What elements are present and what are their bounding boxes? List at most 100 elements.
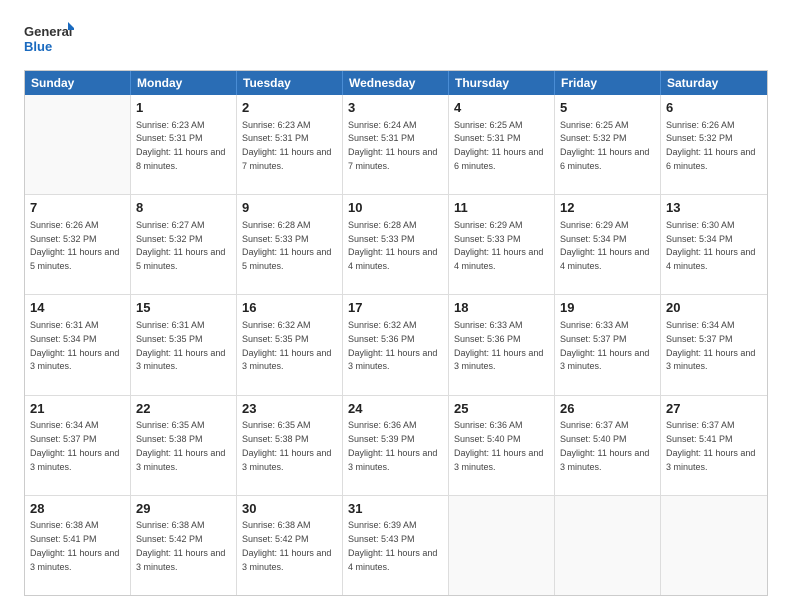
calendar-cell: 29 Sunrise: 6:38 AMSunset: 5:42 PMDaylig… <box>131 496 237 595</box>
cell-info: Sunrise: 6:33 AMSunset: 5:36 PMDaylight:… <box>454 320 543 371</box>
cell-info: Sunrise: 6:33 AMSunset: 5:37 PMDaylight:… <box>560 320 649 371</box>
cell-info: Sunrise: 6:32 AMSunset: 5:36 PMDaylight:… <box>348 320 437 371</box>
calendar-cell: 19 Sunrise: 6:33 AMSunset: 5:37 PMDaylig… <box>555 295 661 394</box>
cell-info: Sunrise: 6:27 AMSunset: 5:32 PMDaylight:… <box>136 220 225 271</box>
calendar-cell: 21 Sunrise: 6:34 AMSunset: 5:37 PMDaylig… <box>25 396 131 495</box>
day-number: 25 <box>454 400 549 418</box>
cell-info: Sunrise: 6:25 AMSunset: 5:32 PMDaylight:… <box>560 120 649 171</box>
calendar-row: 28 Sunrise: 6:38 AMSunset: 5:41 PMDaylig… <box>25 496 767 595</box>
day-number: 26 <box>560 400 655 418</box>
day-number: 24 <box>348 400 443 418</box>
cell-info: Sunrise: 6:23 AMSunset: 5:31 PMDaylight:… <box>242 120 331 171</box>
cell-info: Sunrise: 6:31 AMSunset: 5:34 PMDaylight:… <box>30 320 119 371</box>
day-number: 30 <box>242 500 337 518</box>
cell-info: Sunrise: 6:23 AMSunset: 5:31 PMDaylight:… <box>136 120 225 171</box>
calendar-cell: 10 Sunrise: 6:28 AMSunset: 5:33 PMDaylig… <box>343 195 449 294</box>
calendar-body: 1 Sunrise: 6:23 AMSunset: 5:31 PMDayligh… <box>25 95 767 595</box>
cell-info: Sunrise: 6:28 AMSunset: 5:33 PMDaylight:… <box>242 220 331 271</box>
calendar-cell: 4 Sunrise: 6:25 AMSunset: 5:31 PMDayligh… <box>449 95 555 194</box>
calendar-cell: 25 Sunrise: 6:36 AMSunset: 5:40 PMDaylig… <box>449 396 555 495</box>
cell-info: Sunrise: 6:28 AMSunset: 5:33 PMDaylight:… <box>348 220 437 271</box>
calendar-cell: 24 Sunrise: 6:36 AMSunset: 5:39 PMDaylig… <box>343 396 449 495</box>
calendar: SundayMondayTuesdayWednesdayThursdayFrid… <box>24 70 768 596</box>
cell-info: Sunrise: 6:29 AMSunset: 5:34 PMDaylight:… <box>560 220 649 271</box>
cell-info: Sunrise: 6:38 AMSunset: 5:41 PMDaylight:… <box>30 520 119 571</box>
calendar-cell: 8 Sunrise: 6:27 AMSunset: 5:32 PMDayligh… <box>131 195 237 294</box>
day-number: 10 <box>348 199 443 217</box>
cell-info: Sunrise: 6:39 AMSunset: 5:43 PMDaylight:… <box>348 520 437 571</box>
page: General Blue SundayMondayTuesdayWednesda… <box>0 0 792 612</box>
cell-info: Sunrise: 6:38 AMSunset: 5:42 PMDaylight:… <box>242 520 331 571</box>
day-number: 29 <box>136 500 231 518</box>
day-number: 8 <box>136 199 231 217</box>
calendar-cell: 3 Sunrise: 6:24 AMSunset: 5:31 PMDayligh… <box>343 95 449 194</box>
cell-info: Sunrise: 6:35 AMSunset: 5:38 PMDaylight:… <box>242 420 331 471</box>
cell-info: Sunrise: 6:29 AMSunset: 5:33 PMDaylight:… <box>454 220 543 271</box>
day-number: 22 <box>136 400 231 418</box>
calendar-cell: 31 Sunrise: 6:39 AMSunset: 5:43 PMDaylig… <box>343 496 449 595</box>
day-number: 5 <box>560 99 655 117</box>
logo-svg: General Blue <box>24 20 74 60</box>
cell-info: Sunrise: 6:26 AMSunset: 5:32 PMDaylight:… <box>30 220 119 271</box>
calendar-cell: 22 Sunrise: 6:35 AMSunset: 5:38 PMDaylig… <box>131 396 237 495</box>
calendar-cell: 30 Sunrise: 6:38 AMSunset: 5:42 PMDaylig… <box>237 496 343 595</box>
calendar-cell: 16 Sunrise: 6:32 AMSunset: 5:35 PMDaylig… <box>237 295 343 394</box>
day-number: 14 <box>30 299 125 317</box>
day-number: 19 <box>560 299 655 317</box>
svg-text:Blue: Blue <box>24 39 52 54</box>
cell-info: Sunrise: 6:31 AMSunset: 5:35 PMDaylight:… <box>136 320 225 371</box>
calendar-cell: 28 Sunrise: 6:38 AMSunset: 5:41 PMDaylig… <box>25 496 131 595</box>
calendar-cell: 7 Sunrise: 6:26 AMSunset: 5:32 PMDayligh… <box>25 195 131 294</box>
cell-info: Sunrise: 6:35 AMSunset: 5:38 PMDaylight:… <box>136 420 225 471</box>
calendar-cell <box>661 496 767 595</box>
cell-info: Sunrise: 6:32 AMSunset: 5:35 PMDaylight:… <box>242 320 331 371</box>
day-number: 17 <box>348 299 443 317</box>
day-number: 7 <box>30 199 125 217</box>
cell-info: Sunrise: 6:37 AMSunset: 5:40 PMDaylight:… <box>560 420 649 471</box>
day-number: 27 <box>666 400 762 418</box>
calendar-cell: 27 Sunrise: 6:37 AMSunset: 5:41 PMDaylig… <box>661 396 767 495</box>
calendar-cell: 13 Sunrise: 6:30 AMSunset: 5:34 PMDaylig… <box>661 195 767 294</box>
calendar-row: 1 Sunrise: 6:23 AMSunset: 5:31 PMDayligh… <box>25 95 767 195</box>
calendar-cell: 12 Sunrise: 6:29 AMSunset: 5:34 PMDaylig… <box>555 195 661 294</box>
calendar-cell: 2 Sunrise: 6:23 AMSunset: 5:31 PMDayligh… <box>237 95 343 194</box>
header-day-wednesday: Wednesday <box>343 71 449 95</box>
day-number: 28 <box>30 500 125 518</box>
header: General Blue <box>24 20 768 60</box>
day-number: 20 <box>666 299 762 317</box>
cell-info: Sunrise: 6:34 AMSunset: 5:37 PMDaylight:… <box>30 420 119 471</box>
calendar-cell: 5 Sunrise: 6:25 AMSunset: 5:32 PMDayligh… <box>555 95 661 194</box>
day-number: 23 <box>242 400 337 418</box>
cell-info: Sunrise: 6:36 AMSunset: 5:40 PMDaylight:… <box>454 420 543 471</box>
header-day-monday: Monday <box>131 71 237 95</box>
calendar-cell: 17 Sunrise: 6:32 AMSunset: 5:36 PMDaylig… <box>343 295 449 394</box>
cell-info: Sunrise: 6:26 AMSunset: 5:32 PMDaylight:… <box>666 120 755 171</box>
day-number: 9 <box>242 199 337 217</box>
calendar-cell: 14 Sunrise: 6:31 AMSunset: 5:34 PMDaylig… <box>25 295 131 394</box>
svg-text:General: General <box>24 24 72 39</box>
calendar-row: 7 Sunrise: 6:26 AMSunset: 5:32 PMDayligh… <box>25 195 767 295</box>
day-number: 4 <box>454 99 549 117</box>
calendar-cell <box>449 496 555 595</box>
calendar-cell: 26 Sunrise: 6:37 AMSunset: 5:40 PMDaylig… <box>555 396 661 495</box>
calendar-cell: 23 Sunrise: 6:35 AMSunset: 5:38 PMDaylig… <box>237 396 343 495</box>
calendar-row: 21 Sunrise: 6:34 AMSunset: 5:37 PMDaylig… <box>25 396 767 496</box>
cell-info: Sunrise: 6:25 AMSunset: 5:31 PMDaylight:… <box>454 120 543 171</box>
calendar-cell: 11 Sunrise: 6:29 AMSunset: 5:33 PMDaylig… <box>449 195 555 294</box>
header-day-saturday: Saturday <box>661 71 767 95</box>
calendar-cell: 15 Sunrise: 6:31 AMSunset: 5:35 PMDaylig… <box>131 295 237 394</box>
cell-info: Sunrise: 6:36 AMSunset: 5:39 PMDaylight:… <box>348 420 437 471</box>
day-number: 13 <box>666 199 762 217</box>
calendar-cell <box>555 496 661 595</box>
day-number: 21 <box>30 400 125 418</box>
calendar-cell: 18 Sunrise: 6:33 AMSunset: 5:36 PMDaylig… <box>449 295 555 394</box>
logo: General Blue <box>24 20 74 60</box>
header-day-thursday: Thursday <box>449 71 555 95</box>
calendar-cell: 9 Sunrise: 6:28 AMSunset: 5:33 PMDayligh… <box>237 195 343 294</box>
header-day-tuesday: Tuesday <box>237 71 343 95</box>
calendar-cell: 20 Sunrise: 6:34 AMSunset: 5:37 PMDaylig… <box>661 295 767 394</box>
day-number: 15 <box>136 299 231 317</box>
header-day-sunday: Sunday <box>25 71 131 95</box>
day-number: 6 <box>666 99 762 117</box>
calendar-cell: 1 Sunrise: 6:23 AMSunset: 5:31 PMDayligh… <box>131 95 237 194</box>
